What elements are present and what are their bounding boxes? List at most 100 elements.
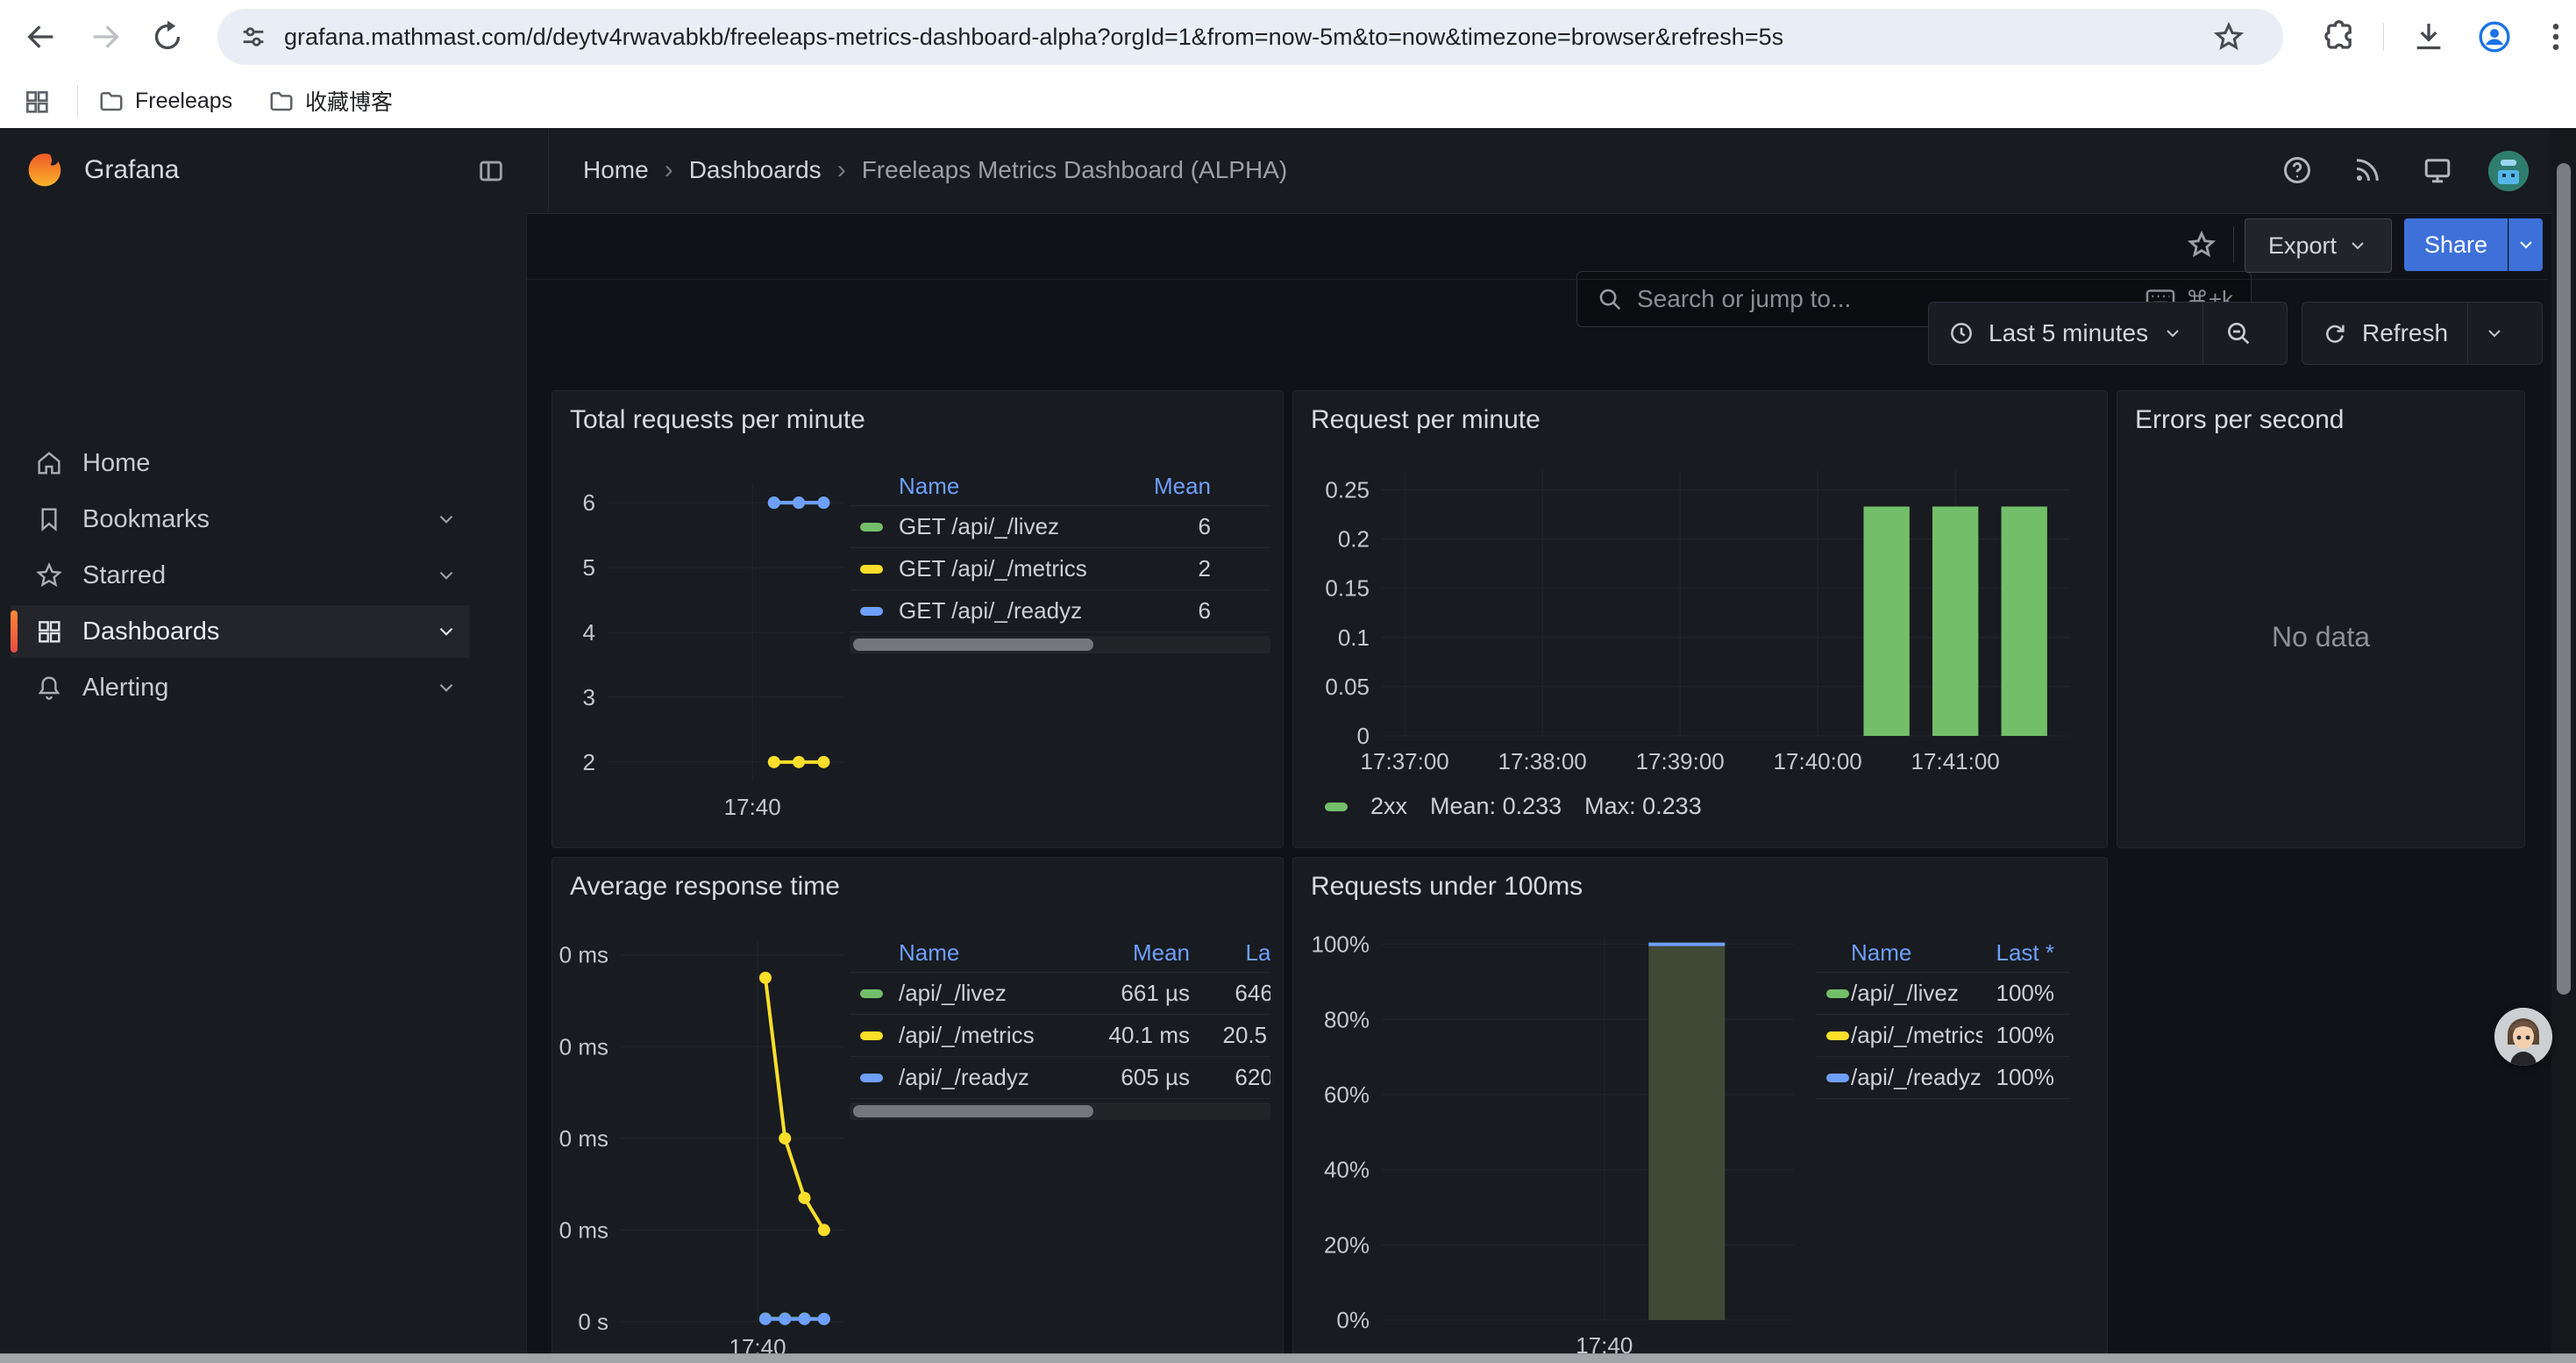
panel-total-requests[interactable]: Total requests per minute 6543217:40 Nam… [551, 390, 1284, 848]
monitor-icon[interactable] [2422, 154, 2453, 186]
assistant-avatar[interactable] [2494, 1008, 2552, 1066]
sidebar-item-dashboards[interactable]: Dashboards [11, 605, 470, 658]
line-chart[interactable]: 80 ms60 ms40 ms20 ms0 s17:40 [559, 924, 849, 1362]
legend-column-header[interactable]: Mean [1100, 939, 1197, 967]
back-icon[interactable] [24, 19, 59, 54]
browser-menu-icon[interactable] [2538, 19, 2573, 54]
actions-divider [2233, 226, 2234, 263]
browser-profile-icon[interactable] [2477, 19, 2512, 54]
chevron-down-icon [2162, 323, 2183, 344]
legend-column-header[interactable]: Name [1851, 939, 1982, 967]
zoom-out-button[interactable] [2203, 303, 2274, 364]
legend[interactable]: 2xx Mean: 0.233 Max: 0.233 [1325, 793, 1702, 820]
sidebar-item-home[interactable]: Home [11, 437, 470, 489]
series-swatch [860, 1074, 883, 1082]
panel-request-per-minute[interactable]: Request per minute 00.050.10.150.20.2517… [1292, 390, 2108, 848]
breadcrumb-home[interactable]: Home [583, 156, 649, 184]
legend-scrollbar[interactable] [850, 636, 1270, 653]
refresh-button[interactable]: Refresh [2302, 303, 2467, 364]
sidebar-item-label: Starred [82, 561, 410, 590]
panel-title[interactable]: Requests under 100ms [1311, 872, 1583, 902]
bookmark-star-icon[interactable] [2213, 21, 2245, 53]
legend-column-header[interactable]: Last * [1982, 939, 2061, 967]
chevron-down-icon[interactable] [435, 508, 458, 531]
news-rss-icon[interactable] [2352, 154, 2383, 186]
legend-column-header[interactable]: Name [899, 473, 1121, 500]
series-name: GET /api/_/metrics [899, 555, 1121, 582]
legend-column-header[interactable]: Mean [1121, 473, 1218, 500]
legend-scrollbar-thumb[interactable] [853, 639, 1093, 651]
favorite-dashboard-star-icon[interactable] [2187, 230, 2217, 260]
breadcrumb-dashboards[interactable]: Dashboards [689, 156, 822, 184]
panel-errors-per-second[interactable]: Errors per second No data [2117, 390, 2525, 848]
breadcrumb-separator: › [665, 155, 673, 185]
legend-row[interactable]: GET /api/_/metrics2 [850, 548, 1270, 590]
sidebar-item-starred[interactable]: Starred [11, 549, 470, 602]
legend-scrollbar-thumb[interactable] [853, 1105, 1093, 1117]
refresh-interval-button[interactable] [2468, 303, 2521, 364]
series-name: /api/_/livez [1851, 980, 1982, 1007]
legend-column-header[interactable]: Last * [1197, 939, 1270, 967]
chevron-down-icon[interactable] [435, 676, 458, 699]
download-icon[interactable] [2411, 19, 2446, 54]
reload-icon[interactable] [150, 19, 185, 54]
folder-icon [268, 88, 295, 114]
legend-scrollbar[interactable] [850, 1103, 1270, 1120]
share-menu-button[interactable] [2508, 218, 2543, 271]
series-max: Max: 0.233 [1584, 793, 1702, 820]
svg-text:17:40: 17:40 [724, 794, 781, 820]
legend-row[interactable]: /api/_/livez661 µs646 µs [850, 973, 1270, 1015]
time-range-picker[interactable]: Last 5 minutes [1929, 303, 2202, 364]
url-text[interactable]: grafana.mathmast.com/d/deytv4rwavabkb/fr… [284, 24, 2283, 51]
bookmark-folder-freeleaps[interactable]: Freeleaps [98, 74, 232, 128]
panel-title[interactable]: Request per minute [1311, 405, 1541, 435]
url-bar[interactable]: grafana.mathmast.com/d/deytv4rwavabkb/fr… [217, 9, 2283, 65]
bar-chart[interactable]: 100%80%60%40%20%0%17:40 [1307, 915, 1816, 1353]
legend-table[interactable]: NameLast * /api/_/livez100%/api/_/metrics… [1816, 933, 2070, 1099]
bookmark-folder-blogs[interactable]: 收藏博客 [268, 74, 393, 128]
sidebar-toggle-icon[interactable] [476, 156, 506, 186]
vertical-scrollbar-thumb[interactable] [2557, 163, 2571, 995]
svg-text:20%: 20% [1324, 1231, 1370, 1258]
legend-table[interactable]: NameMeanLast * /api/_/livez661 µs646 µs/a… [850, 933, 1270, 1120]
line-chart[interactable]: 6543217:40 [559, 466, 849, 834]
vertical-scrollbar[interactable] [2551, 128, 2576, 1363]
apps-grid-icon[interactable] [23, 88, 51, 116]
legend-column-header[interactable]: Name [899, 939, 1100, 967]
horizontal-scrollbar[interactable] [0, 1353, 2576, 1363]
grafana-logo[interactable] [25, 150, 65, 190]
chevron-down-icon[interactable] [435, 620, 458, 643]
grafana-brand[interactable]: Grafana [84, 128, 179, 212]
bar-chart[interactable]: 00.050.10.150.20.2517:37:0017:38:0017:39… [1307, 448, 2096, 799]
export-button[interactable]: Export [2245, 218, 2392, 273]
panel-title[interactable]: Total requests per minute [570, 405, 865, 435]
share-label: Share [2424, 232, 2487, 259]
user-avatar[interactable] [2488, 151, 2529, 191]
legend-row[interactable]: GET /api/_/readyz6 [850, 590, 1270, 632]
share-button[interactable]: Share [2404, 218, 2508, 271]
site-info-icon[interactable] [238, 22, 268, 52]
legend-row[interactable]: /api/_/readyz605 µs620 µs [850, 1057, 1270, 1099]
extensions-icon[interactable] [2322, 19, 2357, 54]
help-icon[interactable] [2281, 154, 2313, 186]
legend-row[interactable]: /api/_/metrics40.1 ms20.5 ms [850, 1015, 1270, 1057]
series-value: 605 µs [1100, 1064, 1197, 1091]
panel-title[interactable]: Average response time [570, 872, 840, 902]
series-swatch [1826, 1074, 1849, 1082]
legend-row[interactable]: /api/_/livez100% [1816, 973, 2070, 1015]
svg-text:17:40:00: 17:40:00 [1774, 748, 1862, 774]
chevron-down-icon[interactable] [435, 564, 458, 587]
sidebar-item-bookmarks[interactable]: Bookmarks [11, 493, 470, 546]
sidebar-item-alerting[interactable]: Alerting [11, 661, 470, 714]
panel-requests-under-100ms[interactable]: Requests under 100ms 100%80%60%40%20%0%1… [1292, 857, 2108, 1363]
legend-row[interactable]: /api/_/metrics100% [1816, 1015, 2070, 1057]
legend-row[interactable]: GET /api/_/livez6 [850, 506, 1270, 548]
legend-table[interactable]: NameMeanGET /api/_/livez6GET /api/_/metr… [850, 467, 1270, 653]
home-icon [35, 449, 63, 477]
forward-icon[interactable] [88, 19, 123, 54]
panel-average-response-time[interactable]: Average response time 80 ms60 ms40 ms20 … [551, 857, 1284, 1363]
series-value: 40.1 ms [1100, 1022, 1197, 1049]
svg-text:17:40: 17:40 [1576, 1332, 1633, 1353]
legend-row[interactable]: /api/_/readyz100% [1816, 1057, 2070, 1099]
panel-title[interactable]: Errors per second [2135, 405, 2344, 435]
